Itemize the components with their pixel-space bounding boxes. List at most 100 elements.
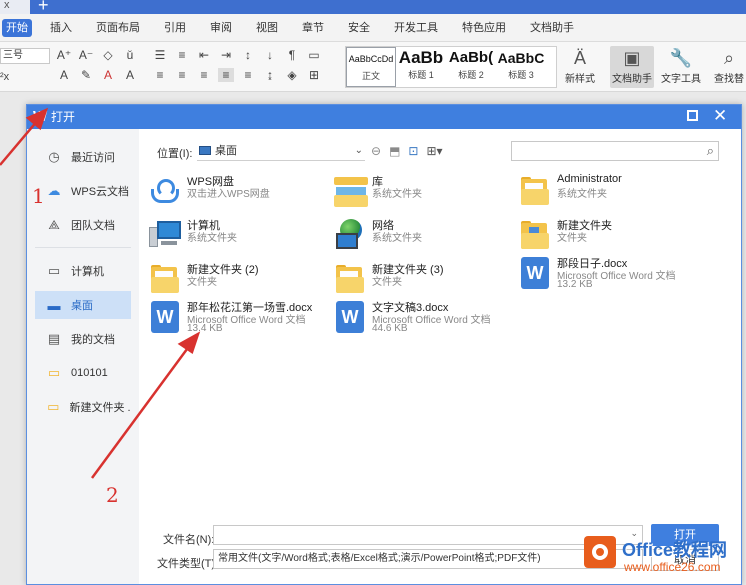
- computer-icon: [147, 217, 183, 253]
- view-mode-icon[interactable]: ⊞▾: [426, 144, 442, 158]
- sidebar-item-recent[interactable]: ◷ 最近访问: [35, 143, 131, 171]
- distribute-icon[interactable]: ≡: [240, 68, 256, 82]
- justify-icon[interactable]: ≡: [218, 68, 234, 82]
- show-marks-icon[interactable]: ¶: [284, 48, 300, 62]
- folder-icon: [332, 261, 368, 297]
- search-input[interactable]: ⌕: [511, 141, 719, 161]
- file-item-new-folder-2[interactable]: 新建文件夹 (2) 文件夹: [147, 259, 323, 299]
- file-size: 44.6 KB: [372, 323, 408, 334]
- file-type: 系统文件夹: [557, 189, 607, 200]
- style-heading-2[interactable]: AaBb( 标题 2: [446, 47, 496, 87]
- doc-assistant-button[interactable]: ▣ 文档助手: [610, 46, 654, 88]
- text-color-icon[interactable]: A: [100, 68, 116, 82]
- folder-icon: ▭: [47, 399, 60, 414]
- align-left-icon[interactable]: ≡: [152, 68, 168, 82]
- word-doc-icon: W: [332, 299, 368, 335]
- clock-icon: ◷: [48, 149, 60, 164]
- new-style-button[interactable]: Ä 新样式: [560, 46, 600, 85]
- sidebar-item-documents[interactable]: ▤ 我的文档: [35, 325, 131, 353]
- style-sample: AaBbCcDd: [348, 54, 394, 64]
- bullet-list-icon[interactable]: ☰: [152, 48, 168, 62]
- indent-icon[interactable]: ⇥: [218, 48, 234, 62]
- sidebar-item-folder-010101[interactable]: ▭ 010101: [35, 359, 131, 387]
- file-item-nadaun-rizi[interactable]: W 那段日子.docx Microsoft Office Word 文档 13.…: [517, 253, 693, 293]
- library-icon: [332, 173, 368, 209]
- sidebar-item-team[interactable]: ⟁ 团队文档: [35, 211, 131, 239]
- file-item-network[interactable]: 网络 系统文件夹: [332, 215, 508, 255]
- location-select[interactable]: 桌面 ⌄: [197, 143, 365, 161]
- file-item-wenzi-wengao3[interactable]: W 文字文稿3.docx Microsoft Office Word 文档 44…: [332, 297, 508, 337]
- line-spacing-icon[interactable]: ↕: [240, 48, 256, 62]
- office-logo-icon: [584, 536, 616, 568]
- menu-item-chapter[interactable]: 章节: [290, 14, 336, 42]
- menu-item-view[interactable]: 视图: [244, 14, 290, 42]
- outdent-icon[interactable]: ⇤: [196, 48, 212, 62]
- sidebar-item-label: 最近访问: [71, 152, 115, 164]
- new-tab-icon[interactable]: +: [38, 0, 49, 14]
- menu-item-doc-assistant[interactable]: 文档助手: [518, 14, 586, 42]
- highlight-icon[interactable]: ✎: [78, 68, 94, 82]
- up-folder-icon[interactable]: ⬒: [389, 144, 400, 158]
- close-button[interactable]: ✕: [713, 107, 727, 125]
- sidebar-item-desktop[interactable]: ▬ 桌面: [35, 291, 131, 319]
- style-heading-1[interactable]: AaBb 标题 1: [396, 47, 446, 87]
- menu-item-review[interactable]: 审阅: [198, 14, 244, 42]
- style-heading-3[interactable]: AaBbC 标题 3: [496, 47, 546, 87]
- file-size: 13.4 KB: [187, 323, 223, 334]
- border-icon[interactable]: ▭: [306, 48, 322, 62]
- font-name-select[interactable]: 三号: [0, 48, 50, 64]
- clear-format-icon[interactable]: ◇: [100, 48, 116, 62]
- menu-item-reference[interactable]: 引用: [152, 14, 198, 42]
- sidebar-item-computer[interactable]: ▭ 计算机: [35, 257, 131, 285]
- file-type: 文件夹: [557, 233, 587, 244]
- sidebar-item-label: 桌面: [71, 300, 93, 312]
- char-shading-icon[interactable]: A: [122, 68, 138, 82]
- sort-icon[interactable]: ↓: [262, 48, 278, 62]
- doc-assistant-icon: ▣: [623, 48, 641, 68]
- folder-icon: [147, 261, 183, 297]
- watermark: Office教程网 www.office26.com: [578, 530, 746, 585]
- menu-item-security[interactable]: 安全: [336, 14, 382, 42]
- file-type: 双击进入WPS网盘: [187, 189, 270, 200]
- menu-item-layout[interactable]: 页面布局: [84, 14, 152, 42]
- spacing-icon[interactable]: ↨: [262, 68, 278, 82]
- annotation-label-2: 2: [106, 483, 119, 507]
- menu-item-developer[interactable]: 开发工具: [382, 14, 450, 42]
- find-replace-button[interactable]: ⌕ 查找替: [712, 46, 746, 85]
- font-color-icon[interactable]: A: [56, 68, 72, 82]
- file-item-wps-cloud[interactable]: WPS网盘 双击进入WPS网盘: [147, 171, 323, 211]
- table-border-icon[interactable]: ⊞: [306, 68, 322, 82]
- file-item-new-folder[interactable]: 新建文件夹 文件夹: [517, 215, 693, 255]
- file-item-administrator[interactable]: Administrator 系统文件夹: [517, 171, 693, 211]
- annotation-label-1: 1: [32, 184, 45, 208]
- shrink-font-icon[interactable]: A⁻: [78, 48, 94, 62]
- text-tools-label: 文字工具: [661, 74, 701, 85]
- menu-item-insert[interactable]: 插入: [38, 14, 84, 42]
- file-item-songhuajiang[interactable]: W 那年松花江第一场雪.docx Microsoft Office Word 文…: [147, 297, 323, 337]
- font-size-select[interactable]: ²x: [0, 69, 50, 85]
- maximize-button[interactable]: [687, 110, 698, 121]
- text-tools-button[interactable]: 🔧 文字工具: [658, 46, 704, 85]
- file-item-new-folder-3[interactable]: 新建文件夹 (3) 文件夹: [332, 259, 508, 299]
- menu-bar: 开始 插入 页面布局 引用 审阅 视图 章节 安全 开发工具 特色应用 文档助手: [0, 14, 746, 42]
- file-item-computer[interactable]: 计算机 系统文件夹: [147, 215, 323, 255]
- style-normal[interactable]: AaBbCcDd 正文: [346, 47, 396, 87]
- file-item-library[interactable]: 库 系统文件夹: [332, 171, 508, 211]
- sidebar-item-new-folder[interactable]: ▭ 新建文件夹 ...: [35, 393, 131, 421]
- align-right-icon[interactable]: ≡: [196, 68, 212, 82]
- sidebar-item-label: 新建文件夹 ...: [69, 402, 131, 414]
- back-icon[interactable]: ⊖: [371, 144, 381, 158]
- new-folder-icon[interactable]: ⊡: [408, 144, 418, 158]
- phonetic-icon[interactable]: ǔ: [122, 48, 138, 62]
- folder-icon: ▭: [47, 365, 61, 380]
- shading-icon[interactable]: ◈: [284, 68, 300, 82]
- menu-item-features[interactable]: 特色应用: [450, 14, 518, 42]
- align-center-icon[interactable]: ≡: [174, 68, 190, 82]
- window-tab[interactable]: x: [0, 0, 30, 14]
- sidebar-item-wps-cloud[interactable]: ☁ WPS云文档: [35, 177, 131, 205]
- grow-font-icon[interactable]: A⁺: [56, 48, 72, 62]
- menu-item-home[interactable]: 开始: [2, 18, 32, 37]
- sidebar-divider: [35, 247, 131, 248]
- documents-icon: ▤: [47, 331, 61, 346]
- number-list-icon[interactable]: ≡: [174, 48, 190, 62]
